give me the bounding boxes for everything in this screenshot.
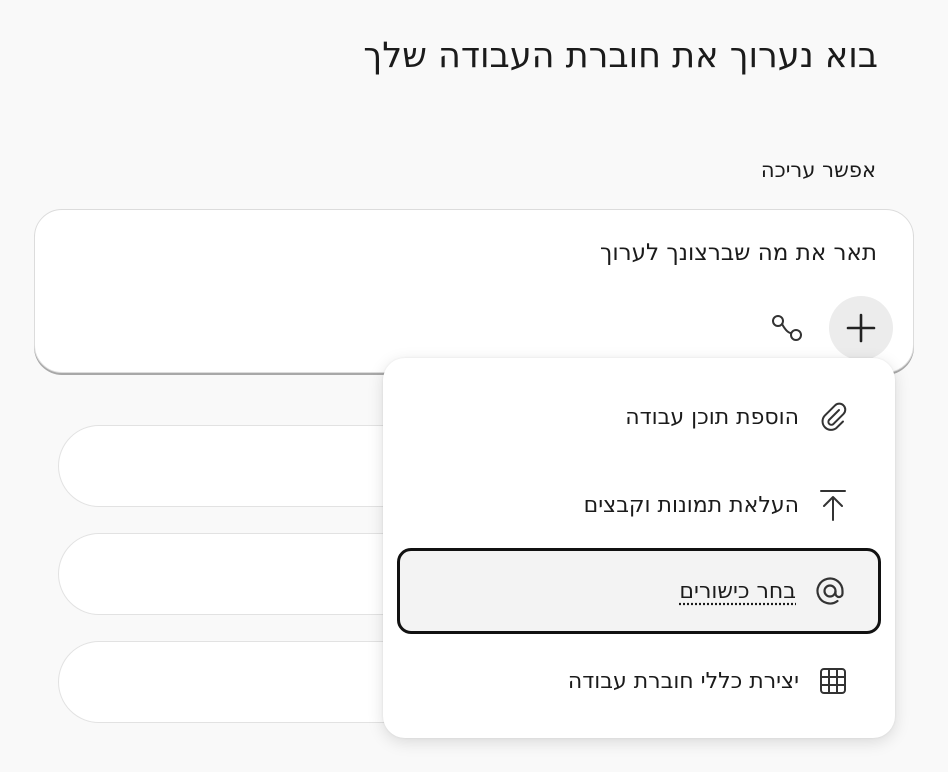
menu-item-label: בחר כישורים	[679, 578, 796, 604]
connectors-button[interactable]	[769, 310, 805, 346]
page-title: בוא נערוך את חוברת העבודה שלך	[363, 36, 878, 76]
at-sign-icon	[814, 575, 846, 607]
link-icon	[772, 315, 802, 341]
add-menu: הוספת תוכן עבודה העלאת תמונות וקבצים בחר…	[383, 358, 895, 738]
menu-item-create-rules[interactable]: יצירת כללי חוברת עבודה	[397, 638, 881, 724]
section-label: אפשר עריכה	[760, 158, 876, 182]
menu-item-add-work-content[interactable]: הוספת תוכן עבודה	[397, 374, 881, 460]
menu-item-label: העלאת תמונות וקבצים	[583, 492, 799, 518]
menu-item-label: הוספת תוכן עבודה	[625, 404, 799, 430]
add-button[interactable]	[829, 296, 893, 360]
grid-icon	[817, 665, 849, 697]
plus-icon	[846, 313, 876, 343]
menu-item-label: יצירת כללי חוברת עבודה	[567, 668, 799, 694]
menu-item-upload-files[interactable]: העלאת תמונות וקבצים	[397, 462, 881, 548]
menu-item-select-skills[interactable]: בחר כישורים	[397, 548, 881, 634]
upload-icon	[817, 489, 849, 521]
prompt-input[interactable]: תאר את מה שברצונך לערוך	[600, 240, 877, 266]
prompt-card[interactable]: תאר את מה שברצונך לערוך	[34, 209, 914, 373]
paperclip-icon	[817, 401, 849, 433]
